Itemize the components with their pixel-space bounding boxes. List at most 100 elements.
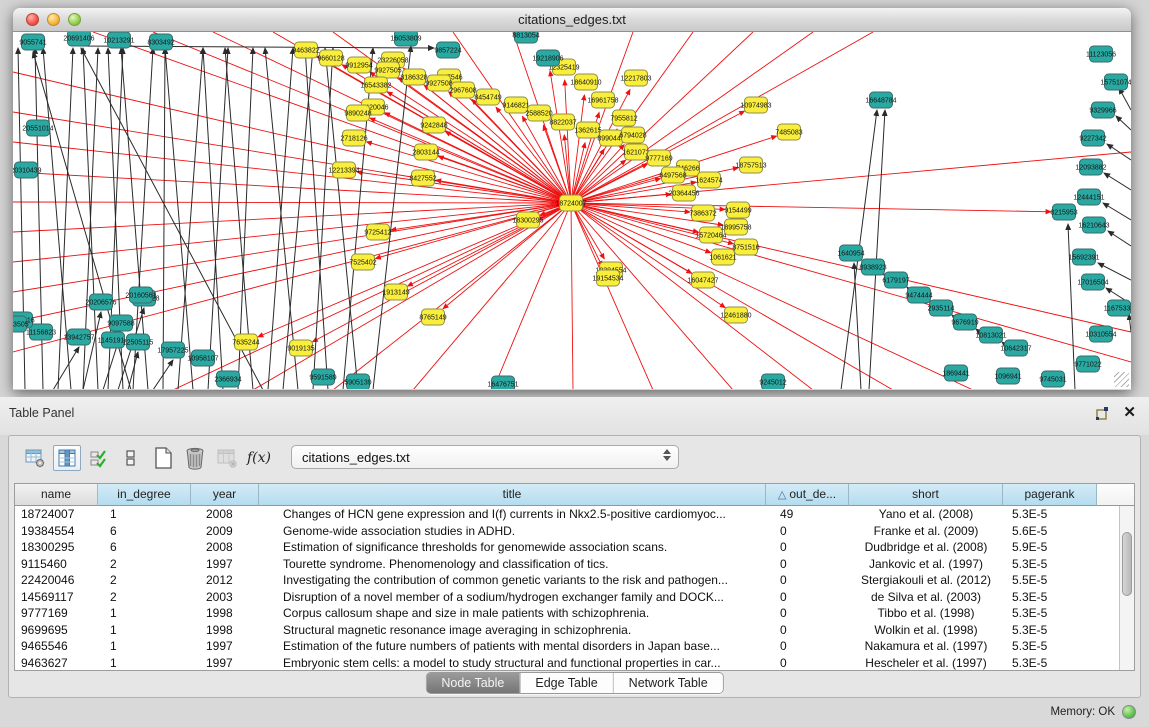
table-row[interactable]: 969969511998Structural magnetic resonanc… <box>15 622 1119 639</box>
graph-node[interactable]: 16047427 <box>687 272 718 288</box>
graph-node[interactable]: 9912954 <box>345 57 372 73</box>
graph-node[interactable]: 9857224 <box>434 42 461 58</box>
function-builder-icon[interactable]: f(x) <box>245 445 273 471</box>
close-panel-icon[interactable]: ✕ <box>1123 403 1136 421</box>
graph-node[interactable]: 8938923 <box>859 259 886 275</box>
graph-node[interactable]: 12093882 <box>1075 159 1106 175</box>
table-mode-icon[interactable] <box>117 445 145 471</box>
tab-edge-table[interactable]: Edge Table <box>519 673 612 693</box>
graph-node[interactable]: 8427552 <box>409 170 436 186</box>
table-row[interactable]: 1456911722003Disruption of a novel membe… <box>15 589 1119 606</box>
tab-node-table[interactable]: Node Table <box>426 673 519 693</box>
graph-node[interactable]: 9660128 <box>317 50 344 66</box>
graph-node[interactable]: 20691406 <box>63 32 94 46</box>
resize-grip-icon[interactable] <box>1114 372 1129 387</box>
table-chooser-dropdown[interactable]: citations_edges.txt <box>291 445 679 469</box>
graph-node[interactable]: 9745031 <box>1039 371 1066 387</box>
graph-node[interactable]: 8822037 <box>549 114 576 130</box>
graph-node[interactable]: 7485083 <box>775 124 802 140</box>
column-header-name[interactable]: name <box>15 484 98 506</box>
graph-node[interactable]: 1869441 <box>942 365 969 381</box>
table-settings-icon[interactable] <box>21 445 49 471</box>
graph-node[interactable]: 6497568 <box>659 167 686 183</box>
graph-node[interactable]: 7955812 <box>610 110 637 126</box>
graph-node[interactable]: 17016504 <box>1077 274 1108 290</box>
graph-node[interactable]: 6179197 <box>882 272 909 288</box>
graph-node[interactable]: 12461880 <box>720 307 751 323</box>
scrollbar-thumb[interactable] <box>1122 532 1132 596</box>
table-row[interactable]: 911546021997Tourette syndrome. Phenomeno… <box>15 556 1119 573</box>
graph-node[interactable]: 8215953 <box>1050 204 1077 220</box>
graph-node[interactable]: 8765149 <box>419 309 446 325</box>
graph-node[interactable]: 10310554 <box>1085 326 1116 342</box>
graph-node[interactable]: 8186328 <box>400 69 427 85</box>
graph-node[interactable]: 20310439 <box>13 162 42 178</box>
graph-node[interactable]: 12444151 <box>1073 189 1104 205</box>
float-panel-icon[interactable] <box>1095 405 1111 426</box>
graph-node[interactable]: 20160561 <box>125 287 156 303</box>
graph-node[interactable]: 16961758 <box>587 92 618 108</box>
graph-node[interactable]: 13942757 <box>63 329 94 345</box>
graph-node[interactable]: 2967608 <box>449 82 476 98</box>
graph-node[interactable]: 9245012 <box>759 374 786 389</box>
graph-node[interactable]: 7386372 <box>689 205 716 221</box>
graph-node[interactable]: 18640910 <box>570 74 601 90</box>
citation-network-graph[interactable]: 1872400718300295946382296601289912954232… <box>13 32 1131 389</box>
graph-node[interactable]: 10213291 <box>103 32 134 48</box>
graph-node[interactable]: 9890248 <box>344 105 371 121</box>
graph-node[interactable]: 19154534 <box>592 270 623 286</box>
graph-node[interactable]: 2718126 <box>340 130 367 146</box>
graph-node[interactable]: 12213394 <box>328 162 359 178</box>
graph-node[interactable]: 9097588 <box>107 315 134 331</box>
column-header-title[interactable]: title <box>259 484 766 506</box>
graph-node[interactable]: 18757513 <box>735 157 766 173</box>
graph-node[interactable]: 9913505 <box>13 316 29 332</box>
graph-node[interactable]: 20364456 <box>668 185 699 201</box>
graph-node[interactable]: 9242848 <box>420 117 447 133</box>
table-row[interactable]: 977716911998Corpus callosum shape and si… <box>15 605 1119 622</box>
graph-node[interactable]: 9591589 <box>309 369 336 385</box>
graph-node[interactable]: 10642317 <box>1000 340 1031 356</box>
graph-node[interactable]: 12505115 <box>123 334 154 350</box>
column-header-out-degree[interactable]: △out_de... <box>766 484 849 506</box>
graph-node[interactable]: 15692391 <box>1068 249 1099 265</box>
graph-node[interactable]: 16648784 <box>865 92 896 108</box>
delete-table-trash-icon[interactable] <box>181 445 209 471</box>
column-header-year[interactable]: year <box>191 484 259 506</box>
graph-node[interactable]: 8303492 <box>147 34 174 50</box>
graph-node[interactable]: 16053809 <box>390 32 421 46</box>
table-row[interactable]: 1830029562008Estimation of significance … <box>15 539 1119 556</box>
table-row[interactable]: 2242004622012Investigating the contribut… <box>15 572 1119 589</box>
graph-node[interactable]: 16476751 <box>487 376 518 389</box>
graph-node[interactable]: 17957225 <box>157 342 188 358</box>
show-column-icon[interactable] <box>53 445 81 471</box>
vertical-scrollbar[interactable] <box>1119 506 1134 670</box>
column-header-pagerank[interactable]: pagerank <box>1003 484 1097 506</box>
graph-node[interactable]: 8813054 <box>512 32 539 43</box>
select-columns-icon[interactable] <box>85 445 113 471</box>
graph-node[interactable]: 9154499 <box>724 202 751 218</box>
graph-node[interactable]: 18995758 <box>720 219 751 235</box>
graph-node[interactable]: 2366934 <box>214 371 241 387</box>
column-header-short[interactable]: short <box>849 484 1003 506</box>
graph-node[interactable]: 10958107 <box>187 350 218 366</box>
graph-node[interactable]: 1640954 <box>837 245 864 261</box>
graph-node[interactable]: 11675331 <box>1104 300 1131 316</box>
memory-ok-indicator[interactable] <box>1122 705 1136 719</box>
graph-node[interactable]: 7635244 <box>232 334 259 350</box>
graph-node[interactable]: 1913149 <box>382 284 409 300</box>
graph-node[interactable]: 9725412 <box>364 224 391 240</box>
table-row[interactable]: 946362711997Embryonic stem cells: a mode… <box>15 655 1119 671</box>
graph-node[interactable]: 7525402 <box>349 254 376 270</box>
graph-node[interactable]: 8751516 <box>732 239 759 255</box>
table-row[interactable]: 1872400712008Changes of HCN gene express… <box>15 506 1119 523</box>
graph-node[interactable]: 20551014 <box>22 120 53 136</box>
graph-node[interactable]: 10974983 <box>740 97 771 113</box>
graph-node[interactable]: 9019135 <box>287 340 314 356</box>
graph-node[interactable]: 16543382 <box>360 77 391 93</box>
graph-node[interactable]: 2935114 <box>928 300 955 316</box>
table-row[interactable]: 946554611997Estimation of the future num… <box>15 638 1119 655</box>
graph-node[interactable]: 1624574 <box>695 172 722 188</box>
graph-node[interactable]: 15751074 <box>1100 74 1131 90</box>
graph-node[interactable]: 9676919 <box>951 314 978 330</box>
